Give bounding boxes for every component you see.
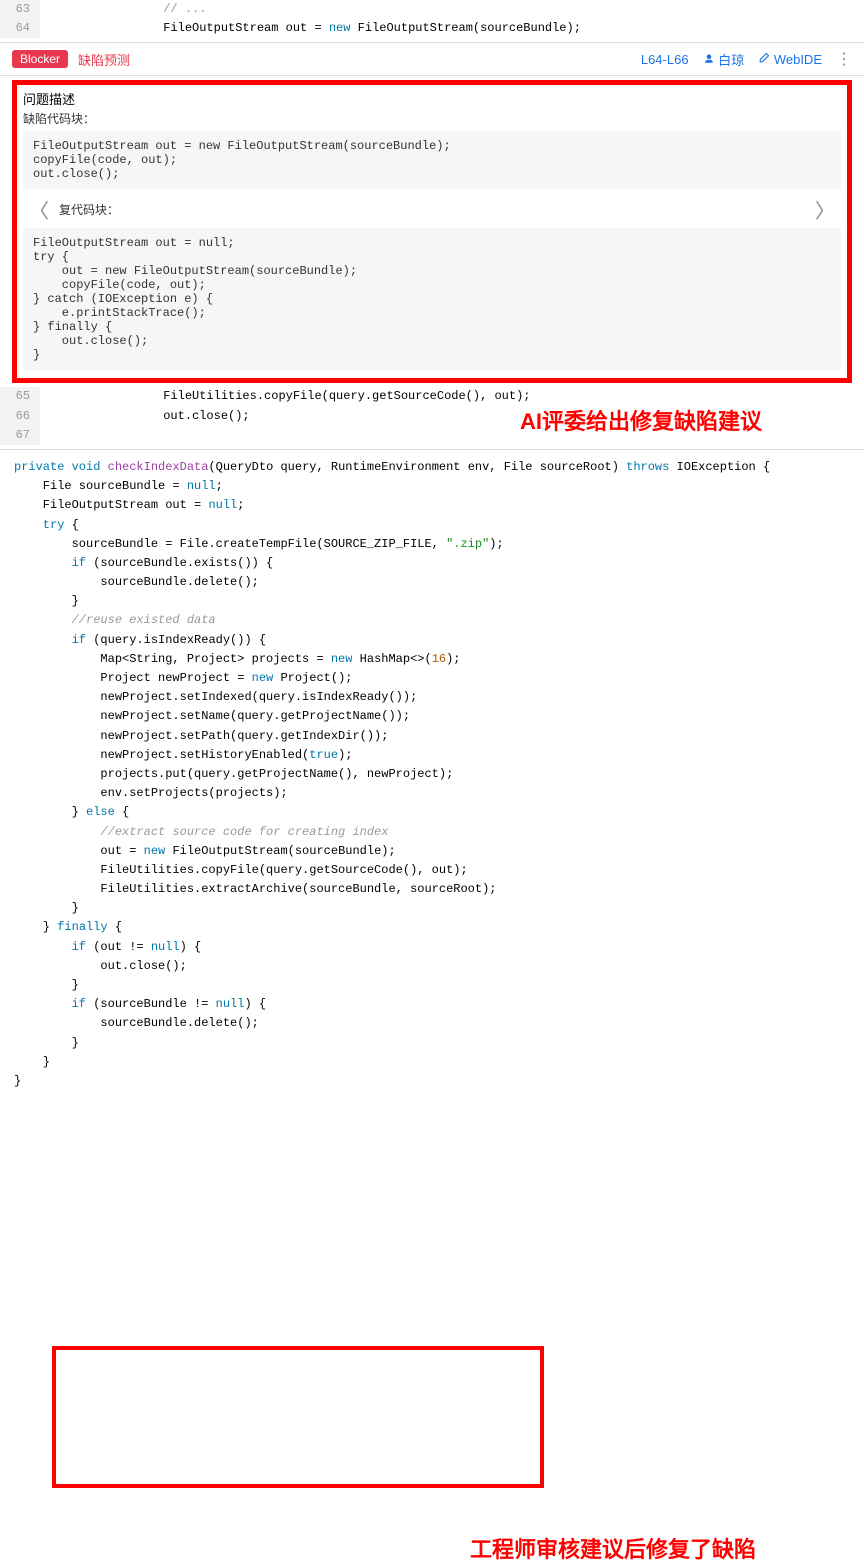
fix-code-block: FileOutputStream out = null; try { out =… [23,228,841,370]
edit-icon [758,52,770,64]
line-number: 64 [0,19,40,38]
prev-arrow[interactable]: 〈 [23,195,55,224]
more-icon[interactable]: ⋮ [836,49,852,69]
line-number: 65 [0,387,40,406]
issue-panel: 问题描述 缺陷代码块： FileOutputStream out = new F… [12,80,852,383]
fix-code-label: 复代码块： [55,201,809,218]
fixed-code-block: private void checkIndexData(QueryDto que… [0,450,864,1099]
code-line: 64 FileOutputStream out = new FileOutput… [0,19,864,38]
annotation-engineer-fixed: 工程师审核建议后修复了缺陷 [470,1532,756,1564]
line-number: 63 [0,0,40,19]
line-number: 67 [0,426,40,445]
defect-code-block: FileOutputStream out = new FileOutputStr… [23,131,841,189]
defect-code-label: 缺陷代码块： [23,110,841,127]
code-text: // ... [40,0,864,19]
line-number: 66 [0,407,40,426]
author-link[interactable]: 白琼 [703,50,745,69]
next-arrow[interactable]: 〉 [809,195,841,224]
issue-bar: Blocker 缺陷预测 L64-L66 白琼 WebIDE ⋮ [0,42,864,76]
highlight-box [52,1346,544,1488]
user-icon [703,53,715,65]
fix-nav-row: 〈 复代码块： 〉 [23,191,841,228]
code-line: 63 // ... [0,0,864,19]
top-code-region: 63 // ... 64 FileOutputStream out = new … [0,0,864,38]
annotation-ai-suggestion: AI评委给出修复缺陷建议 [520,404,762,436]
webide-link[interactable]: WebIDE [758,52,822,67]
code-text: FileOutputStream out = new FileOutputStr… [40,19,864,38]
fixed-code-region: private void checkIndexData(QueryDto que… [0,449,864,1099]
blocker-badge[interactable]: Blocker [12,50,68,68]
defect-prediction-link[interactable]: 缺陷预测 [78,50,130,69]
line-range-link[interactable]: L64-L66 [641,52,689,67]
issue-title: 问题描述 [23,89,841,108]
